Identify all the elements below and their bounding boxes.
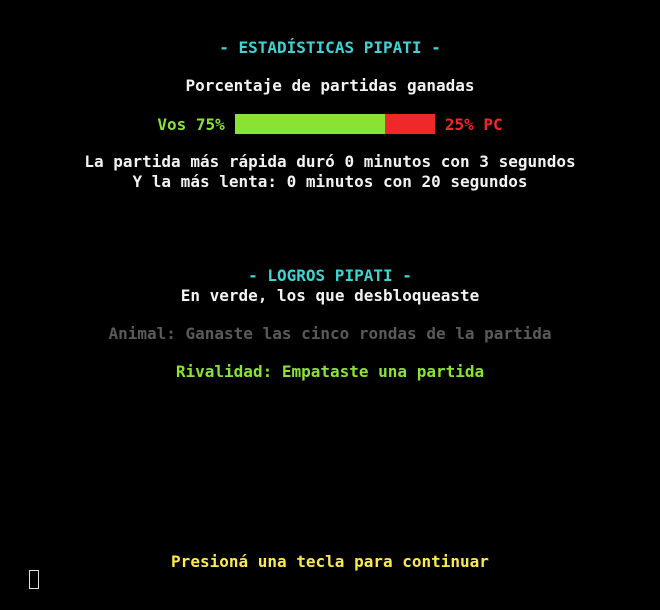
achievement-animal: Animal: Ganaste las cinco rondas de la p… (108, 324, 552, 343)
slowest-game-text: Y la más lenta: 0 minutos con 20 segundo… (132, 172, 528, 191)
win-ratio-row: Vos 75% 25% PC (0, 114, 660, 134)
continue-prompt: Presioná una tecla para continuar (171, 552, 489, 571)
achievement-rivalidad: Rivalidad: Empataste una partida (175, 362, 485, 381)
stats-subtitle: Porcentaje de partidas ganadas (185, 76, 475, 95)
achievements-title: - LOGROS PIPATI - (248, 266, 412, 285)
terminal-cursor (29, 570, 39, 589)
pc-win-label: 25% PC (444, 114, 503, 134)
win-ratio-bar (234, 114, 435, 134)
achievements-subtitle: En verde, los que desbloqueaste (180, 286, 480, 305)
stats-title: - ESTADÍSTICAS PIPATI - (219, 38, 441, 57)
fastest-game-text: La partida más rápida duró 0 minutos con… (84, 152, 576, 171)
pc-win-fill (384, 114, 435, 134)
player-win-label: Vos 75% (157, 114, 225, 134)
player-win-fill (234, 114, 385, 134)
